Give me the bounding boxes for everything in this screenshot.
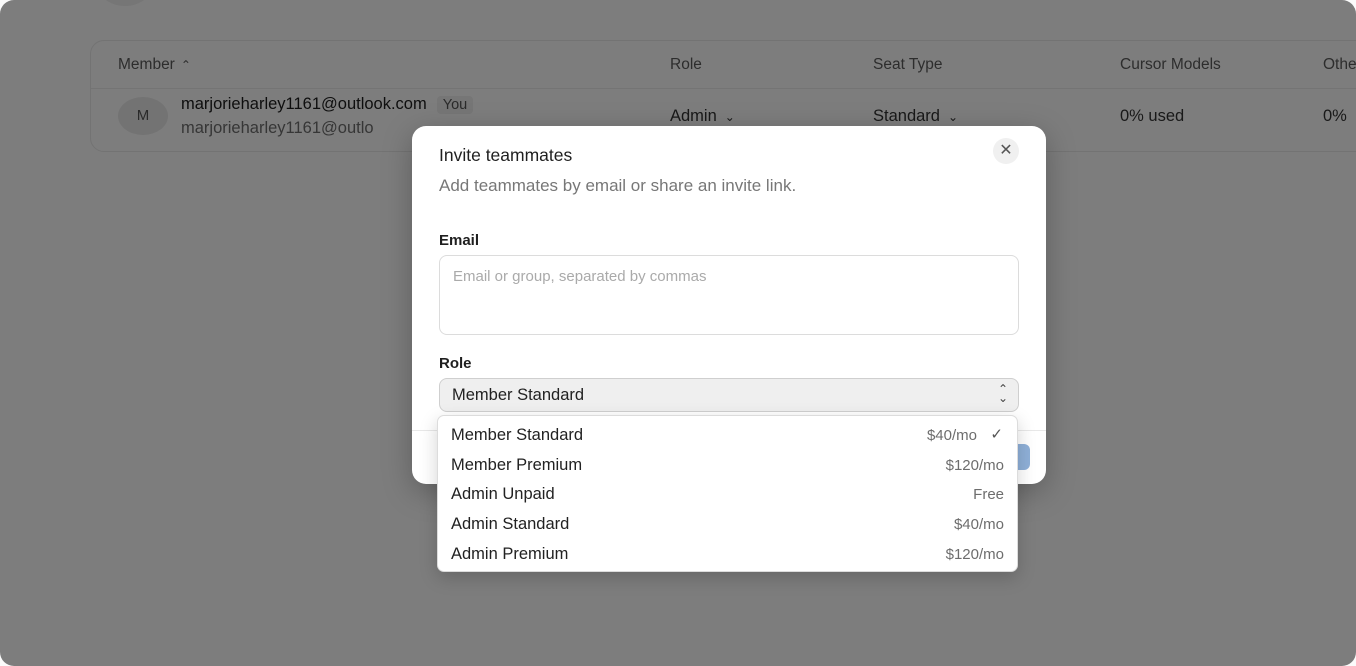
- email-field[interactable]: [439, 255, 1019, 335]
- option-price: $40/mo: [953, 516, 1004, 534]
- dialog-title: Invite teammates: [439, 145, 573, 165]
- role-option-admin-standard[interactable]: Admin Standard $40/mo: [438, 510, 1017, 540]
- role-label: Role: [439, 355, 472, 372]
- option-label: Admin Unpaid: [451, 485, 555, 504]
- option-price: $40/mo: [926, 427, 977, 444]
- role-option-admin-premium[interactable]: Admin Premium $120/mo: [438, 540, 1017, 570]
- option-price: $120/mo: [945, 545, 1004, 563]
- option-label: Admin Premium: [451, 544, 569, 563]
- role-option-member-standard[interactable]: Member Standard $40/mo ✓: [438, 421, 1017, 451]
- role-select-value: Member Standard: [452, 386, 585, 404]
- close-icon[interactable]: ✕: [993, 138, 1019, 164]
- option-price: $120/mo: [945, 456, 1004, 474]
- option-label: Member Standard: [451, 426, 584, 444]
- role-option-admin-unpaid[interactable]: Admin Unpaid Free: [438, 480, 1017, 510]
- check-icon: ✓: [990, 426, 1003, 443]
- dialog-subtitle: Add teammates by email or share an invit…: [439, 176, 797, 195]
- role-select[interactable]: Member Standard ⌃ ⌄: [439, 378, 1019, 412]
- option-price: Free: [973, 486, 1004, 504]
- option-label: Member Premium: [451, 455, 583, 474]
- role-options-menu: Member Standard $40/mo ✓ Member Premium …: [437, 415, 1018, 572]
- option-label: Admin Standard: [451, 515, 570, 534]
- role-option-member-premium[interactable]: Member Premium $120/mo: [438, 451, 1017, 481]
- email-label: Email: [439, 232, 480, 249]
- up-down-chevron-icon: ⌃ ⌄: [997, 382, 1008, 405]
